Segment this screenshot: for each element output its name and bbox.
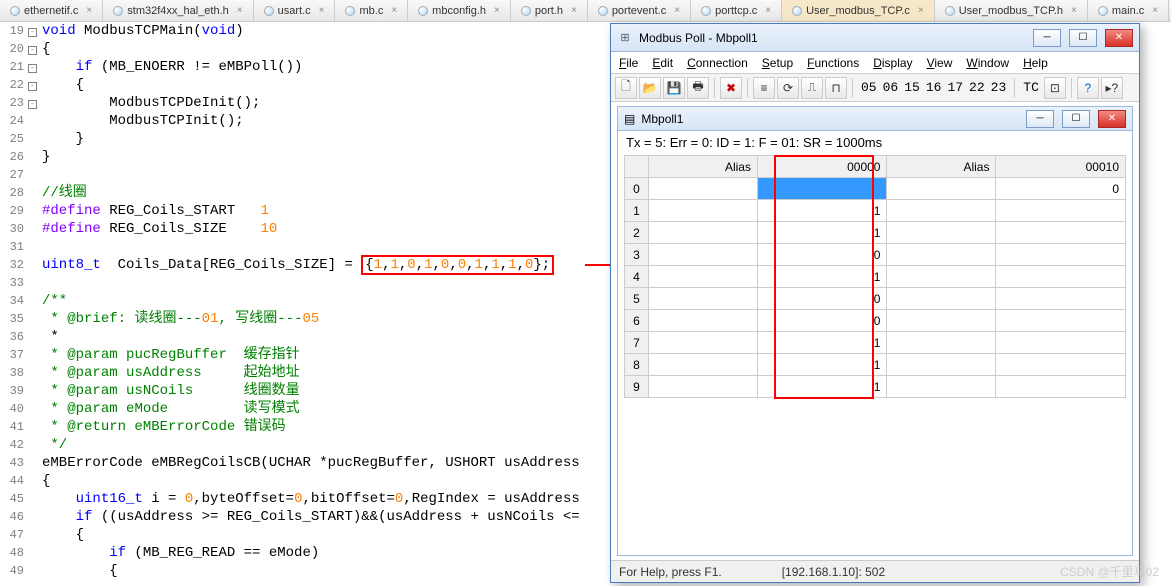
tab-usart.c[interactable]: usart.c× xyxy=(254,0,336,21)
modbus-poll-window: ⊞ Modbus Poll - Mbpoll1 ─ ☐ ✕ File Edit Co… xyxy=(610,23,1140,583)
doc-close-button[interactable]: ✕ xyxy=(1098,110,1126,128)
table-row[interactable]: 21 xyxy=(625,222,1126,244)
mp-title-text: Modbus Poll - Mbpoll1 xyxy=(639,31,1025,45)
print-icon[interactable]: 🖶 xyxy=(687,77,709,99)
menu-display[interactable]: Display xyxy=(873,56,912,70)
status-conn: [192.168.1.10]: 502 xyxy=(782,565,885,579)
disconnect-icon[interactable]: ✖ xyxy=(720,77,742,99)
new-icon[interactable]: 🗋 xyxy=(615,77,637,99)
table-row[interactable]: 71 xyxy=(625,332,1126,354)
code-editor: 1920212223242526272829303132333435363738… xyxy=(0,22,600,586)
menu-help[interactable]: Help xyxy=(1023,56,1048,70)
tab-stm32f4xx_hal_eth.h[interactable]: stm32f4xx_hal_eth.h× xyxy=(103,0,253,21)
col-header[interactable]: 00000 xyxy=(757,156,887,178)
pulse-icon[interactable]: ⎍ xyxy=(801,77,823,99)
save-icon[interactable]: 💾 xyxy=(663,77,685,99)
table-row[interactable]: 41 xyxy=(625,266,1126,288)
mp-toolbar: 🗋 📂 💾 🖶 ✖ ≡ ⟳ ⎍ ⊓ 05061516172223 TC ⊡ ? … xyxy=(611,74,1139,102)
sig-icon[interactable]: ⊓ xyxy=(825,77,847,99)
col-header[interactable]: Alias xyxy=(649,156,758,178)
tab-porttcp.c[interactable]: porttcp.c× xyxy=(691,0,782,21)
table-row[interactable]: 00 xyxy=(625,178,1126,200)
mp-stat-line: Tx = 5: Err = 0: ID = 1: F = 01: SR = 10… xyxy=(618,131,1132,154)
fcode-23[interactable]: 23 xyxy=(988,80,1010,95)
menu-functions[interactable]: Functions xyxy=(807,56,859,70)
fcode-22[interactable]: 22 xyxy=(966,80,988,95)
mp-doc-titlebar[interactable]: ▤ Mbpoll1 ─ ☐ ✕ xyxy=(618,107,1132,131)
doc-maximize-button[interactable]: ☐ xyxy=(1062,110,1090,128)
mp-grid[interactable]: Alias00000Alias0001000112130415060718191 xyxy=(624,155,1126,549)
fcode-06[interactable]: 06 xyxy=(880,80,902,95)
table-row[interactable]: 11 xyxy=(625,200,1126,222)
menu-connection[interactable]: Connection xyxy=(687,56,748,70)
auto-icon[interactable]: ⟳ xyxy=(777,77,799,99)
maximize-button[interactable]: ☐ xyxy=(1069,29,1097,47)
fx-icon[interactable]: ≡ xyxy=(753,77,775,99)
tab-port.h[interactable]: port.h× xyxy=(511,0,588,21)
doc-minimize-button[interactable]: ─ xyxy=(1026,110,1054,128)
menu-file[interactable]: File xyxy=(619,56,638,70)
fcode-17[interactable]: 17 xyxy=(944,80,966,95)
about-icon[interactable]: ▸? xyxy=(1101,77,1123,99)
mp-titlebar[interactable]: ⊞ Modbus Poll - Mbpoll1 ─ ☐ ✕ xyxy=(611,24,1139,52)
menu-edit[interactable]: Edit xyxy=(652,56,673,70)
tab-User_modbus_TCP.h[interactable]: User_modbus_TCP.h× xyxy=(935,0,1088,21)
tab-mbconfig.h[interactable]: mbconfig.h× xyxy=(408,0,511,21)
col-header[interactable] xyxy=(625,156,649,178)
tab-User_modbus_TCP.c[interactable]: User_modbus_TCP.c× xyxy=(782,0,935,21)
mp-doc-icon: ▤ xyxy=(624,112,635,126)
menu-setup[interactable]: Setup xyxy=(762,56,793,70)
minimize-button[interactable]: ─ xyxy=(1033,29,1061,47)
table-row[interactable]: 30 xyxy=(625,244,1126,266)
table-row[interactable]: 50 xyxy=(625,288,1126,310)
menu-window[interactable]: Window xyxy=(966,56,1009,70)
tc-dots-icon[interactable]: ⊡ xyxy=(1044,77,1066,99)
status-help: For Help, press F1. xyxy=(619,565,722,579)
tab-portevent.c[interactable]: portevent.c× xyxy=(588,0,691,21)
watermark: CSDN @千里马02 xyxy=(1060,563,1159,580)
table-row[interactable]: 91 xyxy=(625,376,1126,398)
tc-label[interactable]: TC xyxy=(1020,80,1042,95)
mp-document: ▤ Mbpoll1 ─ ☐ ✕ Tx = 5: Err = 0: ID = 1:… xyxy=(617,106,1133,556)
col-header[interactable]: 00010 xyxy=(996,156,1126,178)
fcode-15[interactable]: 15 xyxy=(901,80,923,95)
close-button[interactable]: ✕ xyxy=(1105,29,1133,47)
mp-menubar: File Edit Connection Setup Functions Display V… xyxy=(611,52,1139,74)
tab-ethernetif.c[interactable]: ethernetif.c× xyxy=(0,0,103,21)
table-row[interactable]: 60 xyxy=(625,310,1126,332)
open-icon[interactable]: 📂 xyxy=(639,77,661,99)
fcode-05[interactable]: 05 xyxy=(858,80,880,95)
mp-doc-title-text: Mbpoll1 xyxy=(641,112,1018,126)
help-icon[interactable]: ? xyxy=(1077,77,1099,99)
tab-main.c[interactable]: main.c× xyxy=(1088,0,1169,21)
mp-app-icon: ⊞ xyxy=(617,30,633,46)
menu-view[interactable]: View xyxy=(927,56,953,70)
table-row[interactable]: 81 xyxy=(625,354,1126,376)
fcode-16[interactable]: 16 xyxy=(923,80,945,95)
file-tabs: ethernetif.c×stm32f4xx_hal_eth.h×usart.c… xyxy=(0,0,1171,22)
tab-mb.c[interactable]: mb.c× xyxy=(335,0,408,21)
col-header[interactable]: Alias xyxy=(887,156,996,178)
